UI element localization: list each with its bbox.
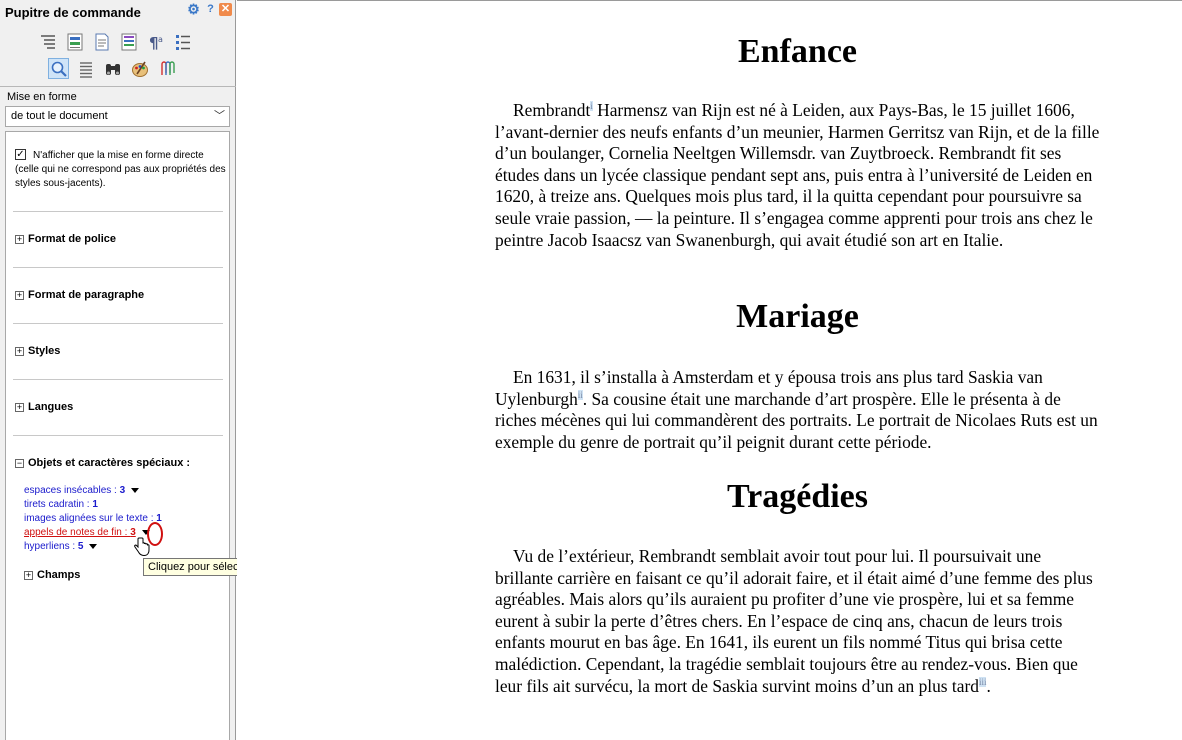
divider bbox=[13, 323, 223, 324]
object-count: 3 bbox=[119, 485, 126, 496]
gear-icon[interactable]: ⚙ bbox=[187, 2, 200, 16]
expand-icon: + bbox=[15, 289, 24, 300]
hand-cursor-icon bbox=[134, 537, 150, 557]
object-nbsp[interactable]: espaces insécables : 3 bbox=[24, 485, 140, 496]
object-em-dash[interactable]: tirets cadratin : 1 bbox=[24, 499, 98, 510]
paragraph-text: Rembrandt bbox=[513, 100, 591, 120]
direct-format-checkbox[interactable]: ✓ bbox=[15, 149, 26, 160]
section-label: Format de paragraphe bbox=[28, 289, 145, 301]
section-languages[interactable]: + Langues bbox=[15, 401, 73, 413]
section-label: Langues bbox=[28, 401, 74, 413]
paragraph-text: . bbox=[986, 675, 991, 696]
expand-icon: + bbox=[15, 345, 24, 356]
dropdown-arrow-icon[interactable] bbox=[131, 487, 140, 493]
palette-icon[interactable] bbox=[129, 58, 150, 79]
heading-tragedies: Tragédies bbox=[726, 478, 868, 515]
object-count: 1 bbox=[92, 499, 98, 510]
section-label: Styles bbox=[28, 345, 61, 357]
object-label: appels de notes de fin : bbox=[24, 527, 131, 538]
expand-icon: + bbox=[24, 569, 33, 580]
paragraph-tragedies[interactable]: Vu de l’extérieur, Rembrandt semblait av… bbox=[495, 546, 1100, 697]
expand-icon: + bbox=[15, 401, 24, 412]
divider bbox=[13, 267, 223, 268]
styles-icon[interactable] bbox=[118, 31, 139, 52]
paragraph-mariage[interactable]: En 1631, il s’installa à Amsterdam et y … bbox=[495, 367, 1100, 453]
heading-mariage: Mariage bbox=[736, 298, 859, 335]
chevron-down-icon: ﹀ bbox=[214, 110, 225, 122]
paragraph-text: Harmensz van Rijn est né à Leiden, aux P… bbox=[495, 100, 1100, 250]
lines-icon[interactable] bbox=[75, 58, 96, 79]
page-icon[interactable] bbox=[91, 31, 112, 52]
paragraph-enfance[interactable]: Rembrandti Harmensz van Rijn est né à Le… bbox=[495, 100, 1100, 251]
panel-title: Pupitre de commande bbox=[5, 5, 141, 20]
section-label: Objets et caractères spéciaux : bbox=[28, 457, 191, 469]
scope-select[interactable]: de tout le document ﹀ bbox=[5, 106, 230, 127]
paragraph-list-icon[interactable] bbox=[64, 31, 85, 52]
object-hyperlinks[interactable]: hyperliens : 5 bbox=[24, 541, 98, 552]
binoculars-icon[interactable] bbox=[102, 58, 123, 79]
object-label: images alignées sur le texte : bbox=[24, 513, 157, 524]
object-label: tirets cadratin : bbox=[24, 499, 93, 510]
object-endnote-refs[interactable]: appels de notes de fin : 3 bbox=[24, 527, 150, 538]
direct-format-description: N'afficher que la mise en forme directe … bbox=[15, 150, 226, 189]
collapse-icon: − bbox=[15, 457, 24, 468]
help-icon[interactable]: ? bbox=[204, 3, 217, 16]
divider bbox=[13, 379, 223, 380]
paragraph-text: . Sa cousine était une marchande d’art p… bbox=[495, 388, 1098, 452]
heading-enfance: Enfance bbox=[738, 33, 857, 70]
section-label: Format de police bbox=[28, 233, 117, 245]
divider bbox=[0, 86, 236, 87]
close-icon[interactable]: ✕ bbox=[219, 3, 232, 16]
outline-icon[interactable] bbox=[37, 31, 58, 52]
document-area[interactable]: Enfance Rembrandti Harmensz van Rijn est… bbox=[237, 0, 1182, 740]
toolbar-row-1: ¶ a bbox=[37, 31, 193, 52]
object-count: 5 bbox=[77, 541, 84, 552]
command-panel: Pupitre de commande ⚙ ? ✕ ¶ a Mise en fo… bbox=[0, 0, 236, 740]
section-font-format[interactable]: + Format de police bbox=[15, 233, 116, 245]
object-label: espaces insécables : bbox=[24, 485, 120, 496]
object-inline-images[interactable]: images alignées sur le texte : 1 bbox=[24, 513, 162, 524]
pilcrow-icon[interactable]: ¶ a bbox=[145, 31, 166, 52]
section-label: Champs bbox=[37, 569, 81, 581]
dropdown-arrow-icon[interactable] bbox=[89, 543, 98, 549]
format-label: Mise en forme bbox=[7, 91, 77, 103]
bullets-icon[interactable] bbox=[172, 31, 193, 52]
section-special-objects[interactable]: − Objets et caractères spéciaux : bbox=[15, 457, 190, 469]
expand-icon: + bbox=[15, 233, 24, 244]
section-fields[interactable]: + Champs bbox=[24, 569, 80, 581]
section-paragraph-format[interactable]: + Format de paragraphe bbox=[15, 289, 144, 301]
inspector-icon[interactable] bbox=[48, 58, 69, 79]
paperclips-icon[interactable] bbox=[156, 58, 177, 79]
scope-value: de tout le document bbox=[11, 110, 108, 122]
section-styles[interactable]: + Styles bbox=[15, 345, 60, 357]
toolbar-row-2 bbox=[48, 58, 177, 79]
svg-text:a: a bbox=[158, 35, 163, 44]
divider bbox=[13, 211, 223, 212]
divider bbox=[13, 435, 223, 436]
object-label: hyperliens : bbox=[24, 541, 78, 552]
paragraph-text: Vu de l’extérieur, Rembrandt semblait av… bbox=[495, 546, 1093, 696]
